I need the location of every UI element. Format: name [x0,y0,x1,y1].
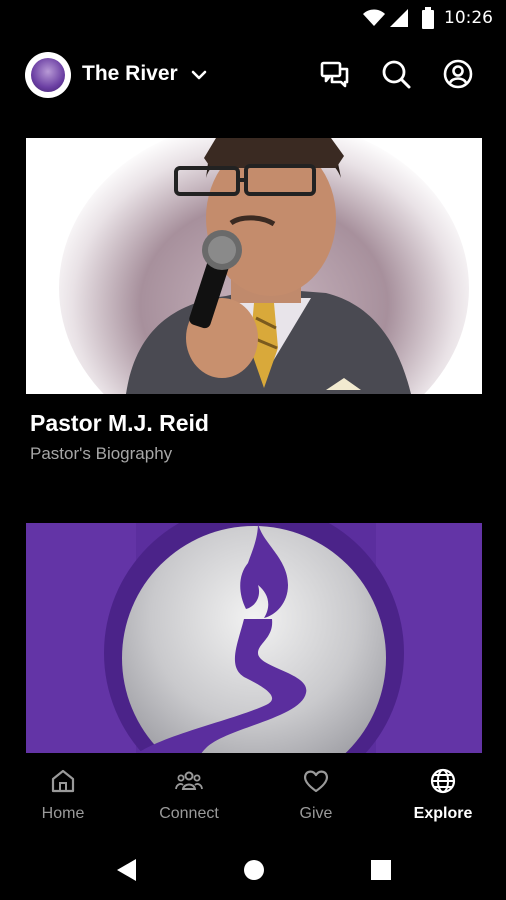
nav-give-label: Give [299,805,333,822]
pastor-photo [26,138,482,394]
wifi-icon [363,9,385,26]
nav-connect[interactable]: Connect [126,753,252,839]
search-icon[interactable] [380,58,412,90]
church-logo-avatar[interactable] [25,52,71,98]
signal-icon [390,9,408,27]
home-icon [51,769,75,793]
back-icon[interactable] [114,857,138,883]
status-time: 10:26 [444,8,493,28]
nav-home[interactable]: Home [0,753,126,839]
nav-home-label: Home [41,805,85,822]
app-header: The River [0,50,506,102]
status-bar: 10:26 [0,0,506,36]
globe-icon [430,768,456,794]
nav-explore-label: Explore [413,805,473,822]
church-name[interactable]: The River [82,62,178,86]
card-subtitle: Pastor's Biography [30,444,173,463]
chevron-down-icon[interactable] [191,69,207,81]
church-logo-card[interactable] [26,523,482,763]
nav-explore[interactable]: Explore [380,753,506,839]
card-title[interactable]: Pastor M.J. Reid [30,410,209,437]
account-icon[interactable] [442,58,474,90]
river-flame-logo [26,523,482,763]
recents-icon[interactable] [369,857,393,883]
battery-icon [422,7,434,29]
home-circle-icon[interactable] [242,857,266,883]
chat-icon[interactable] [319,58,351,90]
people-icon [175,771,203,790]
nav-connect-label: Connect [159,805,219,822]
nav-give[interactable]: Give [253,753,379,839]
heart-icon [304,770,328,793]
bottom-nav: Home Connect Give Explore [0,753,506,839]
pastor-biography-card[interactable] [26,138,482,394]
system-nav-bar [0,839,506,900]
